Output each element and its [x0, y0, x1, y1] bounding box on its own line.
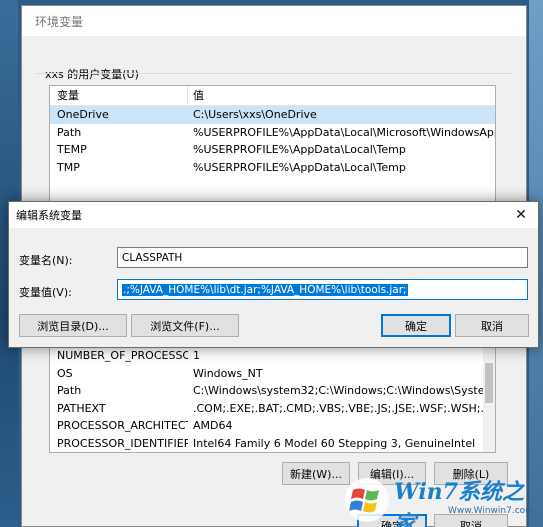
- row-name: TMP: [57, 160, 80, 174]
- edit-dialog-title: 编辑系统变量: [16, 209, 82, 222]
- browse-directory-button[interactable]: 浏览目录(D)...: [19, 314, 127, 337]
- row-name: NUMBER_OF_PROCESSORS: [57, 349, 188, 363]
- edit-system-variable-dialog: 编辑系统变量 ✕ 变量名(N): CLASSPATH 变量值(V): .;%JA…: [8, 201, 539, 348]
- variable-name-label: 变量名(N):: [19, 254, 73, 267]
- user-row-temp[interactable]: TEMP %USERPROFILE%\AppData\Local\Temp: [50, 141, 495, 159]
- system-variables-list[interactable]: NUMBER_OF_PROCESSORS 1 OS Windows_NT Pat…: [49, 346, 496, 453]
- close-icon[interactable]: ✕: [504, 202, 538, 228]
- groupbox-line: [35, 73, 513, 74]
- system-row[interactable]: NUMBER_OF_PROCESSORS 1: [50, 347, 495, 365]
- variable-value-label: 变量值(V):: [19, 286, 72, 299]
- row-name: Path: [57, 125, 82, 139]
- row-name: PROCESSOR_ARCHITECT...: [57, 419, 188, 433]
- row-value: C:\Users\xxs\OneDrive: [193, 108, 317, 122]
- row-value: 1: [193, 349, 200, 363]
- row-value: C:\Windows\system32;C:\Windows;C:\Window…: [193, 384, 495, 398]
- row-value: AMD64: [193, 419, 233, 433]
- column-header-variable[interactable]: 变量: [50, 86, 188, 106]
- variable-value-selected-text: .;%JAVA_HOME%\lib\dt.jar;%JAVA_HOME%\lib…: [122, 283, 408, 296]
- system-row[interactable]: PROCESSOR_ARCHITECT... AMD64: [50, 417, 495, 435]
- user-row-path[interactable]: Path %USERPROFILE%\AppData\Local\Microso…: [50, 124, 495, 142]
- new-variable-button[interactable]: 新建(W)...: [282, 462, 350, 485]
- user-variables-label: xxs 的用户变量(U): [45, 68, 139, 81]
- row-value: %USERPROFILE%\AppData\Local\Temp: [193, 143, 406, 157]
- row-value: Windows_NT: [193, 366, 263, 380]
- edit-dialog-titlebar[interactable]: 编辑系统变量 ✕: [9, 202, 538, 228]
- variable-name-input[interactable]: CLASSPATH: [117, 247, 528, 268]
- watermark-url: Www.Winwin7.com: [448, 506, 534, 516]
- row-value: %USERPROFILE%\AppData\Local\Microsoft\Wi…: [193, 125, 495, 139]
- row-value: Intel64 Family 6 Model 60 Stepping 3, Ge…: [193, 436, 476, 450]
- row-value: .COM;.EXE;.BAT;.CMD;.VBS;.VBE;.JS;.JSE;.…: [193, 401, 495, 415]
- variable-name-text: CLASSPATH: [122, 251, 183, 264]
- watermark-brand: Win7系统之家: [394, 479, 524, 527]
- browse-file-button[interactable]: 浏览文件(F)...: [131, 314, 239, 337]
- edit-ok-button[interactable]: 确定: [381, 314, 451, 337]
- user-row-onedrive[interactable]: OneDrive C:\Users\xxs\OneDrive: [50, 106, 495, 124]
- row-name: Path: [57, 384, 82, 398]
- system-row[interactable]: PATHEXT .COM;.EXE;.BAT;.CMD;.VBS;.VBE;.J…: [50, 400, 495, 418]
- system-row[interactable]: OS Windows_NT: [50, 365, 495, 383]
- row-name: PROCESSOR_IDENTIFIER: [57, 436, 188, 450]
- user-row-tmp[interactable]: TMP %USERPROFILE%\AppData\Local\Temp: [50, 159, 495, 177]
- system-row[interactable]: Path C:\Windows\system32;C:\Windows;C:\W…: [50, 382, 495, 400]
- env-window-title: 环境变量: [35, 14, 84, 29]
- row-name: TEMP: [57, 143, 87, 157]
- windows-logo-icon: [345, 478, 389, 522]
- row-value: %USERPROFILE%\AppData\Local\Temp: [193, 160, 406, 174]
- system-list-scrollbar[interactable]: [483, 347, 495, 452]
- variable-value-input[interactable]: .;%JAVA_HOME%\lib\dt.jar;%JAVA_HOME%\lib…: [117, 279, 528, 300]
- row-name: OS: [57, 366, 73, 380]
- row-name: PATHEXT: [57, 401, 106, 415]
- column-header-value[interactable]: 值: [188, 86, 495, 106]
- list-header: 变量 值: [50, 86, 495, 106]
- row-name: OneDrive: [57, 108, 109, 122]
- system-row[interactable]: PROCESSOR_IDENTIFIER Intel64 Family 6 Mo…: [50, 435, 495, 453]
- scrollbar-thumb[interactable]: [485, 363, 493, 403]
- env-titlebar[interactable]: 环境变量: [22, 6, 526, 36]
- edit-cancel-button[interactable]: 取消: [455, 314, 529, 337]
